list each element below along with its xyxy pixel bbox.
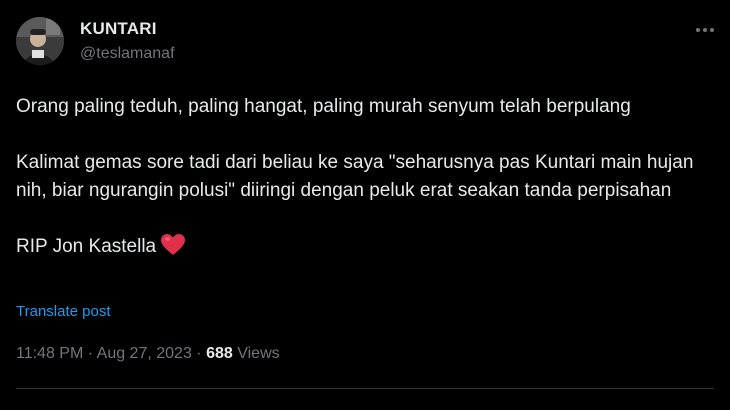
post-time[interactable]: 11:48 PM bbox=[16, 345, 83, 362]
tweet: KUNTARI @teslamanaf Orang paling teduh, … bbox=[0, 0, 730, 410]
post-closing-line: RIP Jon Kastella bbox=[16, 233, 724, 265]
more-options-button[interactable] bbox=[690, 18, 720, 42]
divider bbox=[16, 388, 714, 389]
display-name[interactable]: KUNTARI bbox=[80, 19, 157, 39]
post-metadata: 11:48 PM · Aug 27, 2023 · 688 Views bbox=[16, 345, 280, 363]
meta-separator: · bbox=[87, 345, 94, 362]
post-text: Orang paling teduh, paling hangat, palin… bbox=[16, 93, 724, 265]
post-paragraph: Orang paling teduh, paling hangat, palin… bbox=[16, 96, 631, 117]
closing-text: RIP Jon Kastella bbox=[16, 236, 157, 257]
avatar[interactable] bbox=[16, 17, 64, 65]
views-count: 688 bbox=[206, 345, 233, 362]
profile-photo-icon bbox=[16, 17, 64, 65]
translate-post-link[interactable]: Translate post bbox=[16, 303, 111, 320]
more-dot bbox=[710, 28, 714, 32]
more-dots-icon bbox=[696, 28, 700, 32]
post-date[interactable]: Aug 27, 2023 bbox=[97, 345, 192, 362]
post-paragraph: Kalimat gemas sore tadi dari beliau ke s… bbox=[16, 152, 694, 201]
red-heart-icon bbox=[160, 233, 186, 265]
user-handle[interactable]: @teslamanaf bbox=[80, 45, 175, 63]
meta-separator: · bbox=[196, 345, 202, 362]
more-dot bbox=[703, 28, 707, 32]
views-label: Views bbox=[237, 345, 280, 362]
